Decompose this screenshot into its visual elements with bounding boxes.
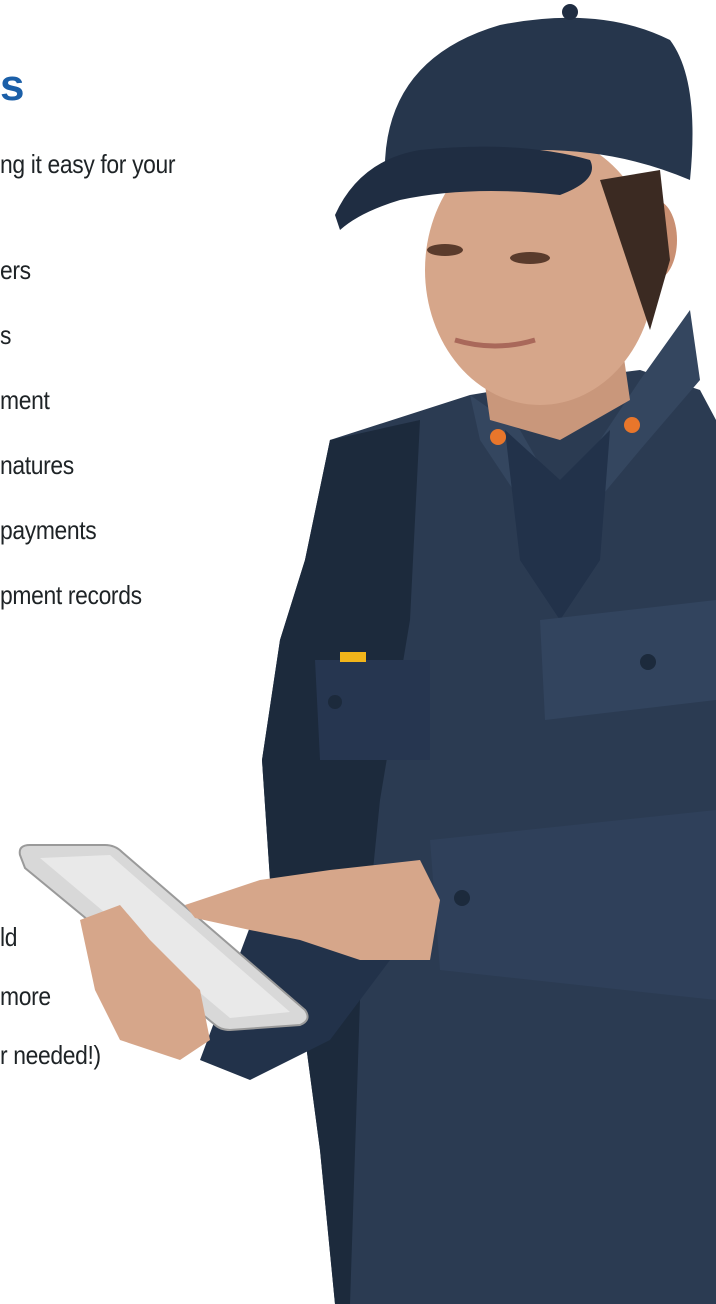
hand-right — [185, 860, 440, 960]
eye-left — [427, 244, 463, 256]
ear — [633, 200, 677, 280]
pen-icon — [340, 652, 366, 662]
collar-accent-right — [624, 417, 640, 433]
page-heading-fragment: s — [0, 61, 25, 110]
jacket — [262, 370, 716, 1304]
benefit-item: ld — [0, 922, 18, 952]
sleeve-right — [430, 810, 716, 1000]
shirt — [505, 430, 610, 620]
benefit-item: more — [0, 981, 51, 1011]
pocket-button-left — [328, 695, 342, 709]
intro-text: ng it easy for your — [0, 149, 176, 179]
cap-brim — [335, 146, 592, 230]
feature-item: payments — [0, 515, 97, 545]
collar — [470, 310, 700, 560]
pocket-left — [315, 660, 430, 760]
face — [425, 135, 655, 405]
cap-button — [562, 4, 578, 20]
pocket-button-right — [640, 654, 656, 670]
cuff-button — [454, 890, 470, 906]
collar-accent-left — [490, 429, 506, 445]
feature-item: ers — [0, 255, 31, 285]
benefit-list: ld more r needed!) — [0, 921, 115, 1098]
feature-item: pment records — [0, 580, 142, 610]
feature-item: s — [0, 320, 12, 350]
jacket-shadow — [262, 420, 420, 1304]
feature-item: natures — [0, 450, 74, 480]
sleeve-left — [200, 880, 390, 1080]
pocket-right — [540, 600, 716, 720]
cap — [384, 17, 693, 181]
eye-right — [510, 252, 550, 264]
mouth — [454, 337, 536, 349]
benefit-item: r needed!) — [0, 1040, 101, 1070]
feature-item: ment — [0, 385, 50, 415]
hair — [600, 170, 670, 330]
feature-list: ers s ment natures payments pment record… — [0, 254, 161, 644]
neck — [480, 330, 630, 440]
technician-photo — [18, 4, 716, 1304]
